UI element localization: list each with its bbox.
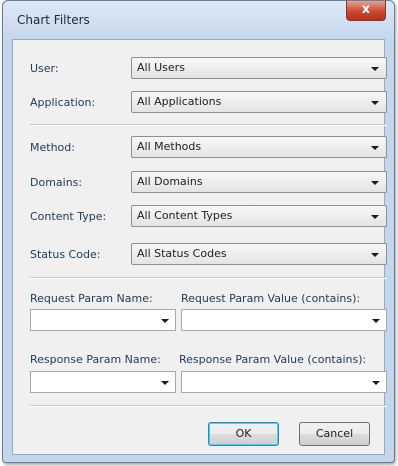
content-type-label: Content Type: xyxy=(30,210,107,223)
user-select-value: All Users xyxy=(137,61,185,74)
response-param-value-label: Response Param Value (contains): xyxy=(179,353,367,366)
content-type-select-value: All Content Types xyxy=(137,209,233,222)
method-select[interactable]: All Methods xyxy=(131,136,387,158)
application-label: Application: xyxy=(30,96,96,109)
content-type-filter-row: Content Type: All Content Types xyxy=(13,205,387,229)
chevron-down-icon xyxy=(161,381,169,385)
domains-select-value: All Domains xyxy=(137,175,203,188)
chevron-down-icon xyxy=(161,319,169,323)
cancel-button[interactable]: Cancel xyxy=(299,422,370,446)
domains-filter-row: Domains: All Domains xyxy=(13,171,387,195)
request-param-value-label: Request Param Value (contains): xyxy=(181,292,361,305)
application-filter-row: Application: All Applications xyxy=(13,91,387,115)
chevron-down-icon xyxy=(371,101,379,105)
response-param-name-combo[interactable] xyxy=(30,371,176,393)
response-param-name-label: Response Param Name: xyxy=(30,353,161,366)
request-param-name-combo[interactable] xyxy=(30,309,176,331)
user-filter-row: User: All Users xyxy=(13,57,387,81)
content-type-select[interactable]: All Content Types xyxy=(131,205,387,227)
status-code-label: Status Code: xyxy=(30,248,101,261)
separator xyxy=(29,277,387,279)
chevron-down-icon xyxy=(372,319,380,323)
chevron-down-icon xyxy=(371,253,379,257)
method-filter-row: Method: All Methods xyxy=(13,136,387,160)
chevron-down-icon xyxy=(371,146,379,150)
close-icon: x xyxy=(361,2,371,17)
method-select-value: All Methods xyxy=(137,140,202,153)
user-select[interactable]: All Users xyxy=(131,57,387,79)
request-param-name-label: Request Param Name: xyxy=(30,292,153,305)
separator xyxy=(29,405,387,407)
chevron-down-icon xyxy=(371,215,379,219)
close-button[interactable]: x xyxy=(346,1,386,21)
application-select[interactable]: All Applications xyxy=(131,91,387,113)
domains-label: Domains: xyxy=(30,176,83,189)
user-label: User: xyxy=(30,62,59,75)
chart-filters-dialog: Chart Filters x User: All Users Applicat… xyxy=(2,0,395,463)
chevron-down-icon xyxy=(371,181,379,185)
status-code-filter-row: Status Code: All Status Codes xyxy=(13,243,387,267)
request-param-value-input[interactable] xyxy=(181,309,387,331)
application-select-value: All Applications xyxy=(137,95,222,108)
method-label: Method: xyxy=(30,141,75,154)
response-param-value-input[interactable] xyxy=(181,371,387,393)
status-code-select[interactable]: All Status Codes xyxy=(131,243,387,265)
chevron-down-icon xyxy=(371,67,379,71)
ok-button[interactable]: OK xyxy=(208,422,279,446)
domains-select[interactable]: All Domains xyxy=(131,171,387,193)
title-bar[interactable]: Chart Filters x xyxy=(3,1,394,39)
status-code-select-value: All Status Codes xyxy=(137,247,227,260)
chevron-down-icon xyxy=(372,381,380,385)
dialog-body: User: All Users Application: All Applica… xyxy=(12,39,387,455)
dialog-title: Chart Filters xyxy=(17,13,90,27)
separator xyxy=(29,124,387,126)
